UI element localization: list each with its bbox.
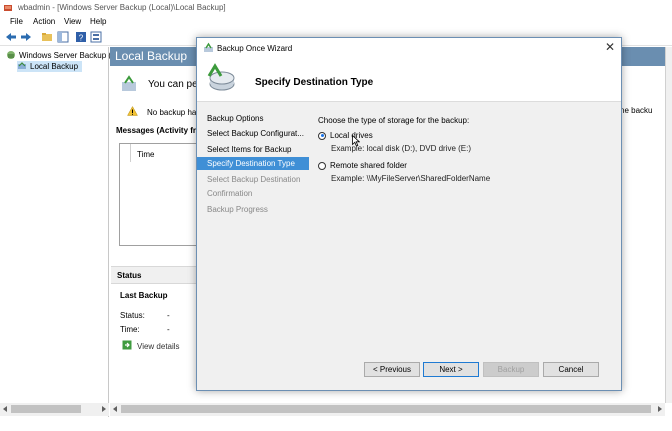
scroll-left-icon[interactable] bbox=[113, 406, 117, 412]
wizard-title: Backup Once Wizard bbox=[217, 44, 293, 53]
step-backup-progress: Backup Progress bbox=[207, 205, 268, 214]
column-divider bbox=[130, 144, 131, 162]
content-header-title: Local Backup bbox=[115, 49, 188, 63]
view-details-link[interactable]: View details bbox=[122, 340, 180, 352]
backup-drive-icon bbox=[203, 60, 237, 96]
server-backup-icon bbox=[6, 50, 16, 62]
local-backup-icon bbox=[17, 61, 27, 73]
tree-item-windows-server-backup[interactable]: Windows Server Backup (L bbox=[6, 50, 115, 61]
tree-item-local-backup[interactable]: Local Backup bbox=[17, 61, 83, 73]
backup-icon bbox=[119, 74, 139, 96]
column-header-time[interactable]: Time bbox=[137, 150, 154, 159]
time-value: - bbox=[167, 325, 170, 334]
window-title: wbadmin - [Windows Server Backup (Local)… bbox=[18, 3, 226, 12]
local-drives-radio[interactable] bbox=[318, 131, 326, 140]
backup-once-wizard: Backup Once Wizard ✕ Specify Destination… bbox=[196, 37, 622, 391]
step-select-backup-configuration[interactable]: Select Backup Configurat... bbox=[197, 127, 309, 140]
tree-item-label: Windows Server Backup (L bbox=[19, 51, 116, 60]
local-drives-option[interactable]: Local drives bbox=[318, 131, 373, 140]
help-icon[interactable]: ? bbox=[75, 31, 87, 43]
mouse-cursor-icon bbox=[352, 134, 361, 149]
close-icon[interactable]: ✕ bbox=[605, 40, 615, 54]
window-titlebar: wbadmin - [Windows Server Backup (Local)… bbox=[0, 0, 672, 16]
status-section-title: Status bbox=[117, 271, 142, 280]
menu-bar: File Action View Help bbox=[0, 16, 672, 29]
step-select-items-for-backup[interactable]: Select Items for Backup bbox=[197, 143, 309, 156]
wizard-app-icon bbox=[203, 42, 214, 55]
show-hide-tree-icon[interactable] bbox=[57, 31, 69, 43]
back-arrow-icon[interactable] bbox=[5, 31, 17, 43]
next-button[interactable]: Next > bbox=[423, 362, 479, 377]
status-label: Status: bbox=[120, 311, 145, 320]
tree-item-label: Local Backup bbox=[30, 62, 79, 71]
storage-type-prompt: Choose the type of storage for the backu… bbox=[318, 116, 470, 125]
menu-view[interactable]: View bbox=[64, 17, 81, 26]
scroll-right-icon[interactable] bbox=[102, 406, 106, 412]
step-specify-destination-type[interactable]: Specify Destination Type bbox=[197, 157, 309, 170]
step-backup-options[interactable]: Backup Options bbox=[197, 112, 309, 125]
remote-shared-folder-radio[interactable] bbox=[318, 161, 326, 170]
wizard-heading: Specify Destination Type bbox=[255, 77, 374, 88]
content-horizontal-scrollbar[interactable] bbox=[110, 403, 665, 416]
status-value: - bbox=[167, 311, 170, 320]
previous-button[interactable]: < Previous bbox=[364, 362, 420, 377]
menu-file[interactable]: File bbox=[10, 17, 23, 26]
step-select-backup-destination: Select Backup Destination bbox=[207, 175, 301, 184]
svg-text:?: ? bbox=[79, 34, 84, 43]
step-confirmation: Confirmation bbox=[207, 189, 253, 198]
wizard-step-list: Backup Options Select Backup Configurat.… bbox=[197, 103, 309, 390]
last-backup-title: Last Backup bbox=[120, 291, 168, 300]
scroll-thumb[interactable] bbox=[11, 405, 81, 413]
tree-horizontal-scrollbar[interactable] bbox=[0, 403, 109, 416]
scroll-left-icon[interactable] bbox=[3, 406, 7, 412]
view-details-icon bbox=[122, 340, 132, 352]
wizard-header: Specify Destination Type bbox=[197, 58, 621, 102]
warning-icon bbox=[127, 105, 138, 118]
menu-action[interactable]: Action bbox=[33, 17, 55, 26]
cancel-button[interactable]: Cancel bbox=[543, 362, 599, 377]
no-backup-warning-text: No backup has bbox=[147, 108, 201, 117]
wbadmin-app-icon bbox=[3, 3, 13, 13]
intro-text: You can pe bbox=[148, 79, 198, 90]
remote-shared-folder-label[interactable]: Remote shared folder bbox=[330, 161, 407, 170]
menu-help[interactable]: Help bbox=[90, 17, 106, 26]
wizard-titlebar: Backup Once Wizard ✕ bbox=[197, 38, 621, 58]
folder-up-icon[interactable] bbox=[41, 31, 53, 43]
messages-section-title: Messages (Activity fro bbox=[116, 126, 201, 135]
remote-shared-folder-example: Example: \\MyFileServer\SharedFolderName bbox=[331, 174, 491, 183]
scroll-right-icon[interactable] bbox=[658, 406, 662, 412]
console-tree: Windows Server Backup (L Local Backup bbox=[0, 47, 115, 417]
actions-pane-fragment: ne backu bbox=[620, 106, 653, 115]
backup-button: Backup bbox=[483, 362, 539, 377]
scroll-thumb[interactable] bbox=[121, 405, 651, 413]
properties-icon[interactable] bbox=[90, 31, 102, 43]
forward-arrow-icon[interactable] bbox=[20, 31, 32, 43]
time-label: Time: bbox=[120, 325, 140, 334]
view-details-label: View details bbox=[137, 341, 180, 351]
vertical-scrollbar[interactable] bbox=[665, 47, 672, 403]
remote-shared-folder-option[interactable]: Remote shared folder bbox=[318, 161, 407, 170]
